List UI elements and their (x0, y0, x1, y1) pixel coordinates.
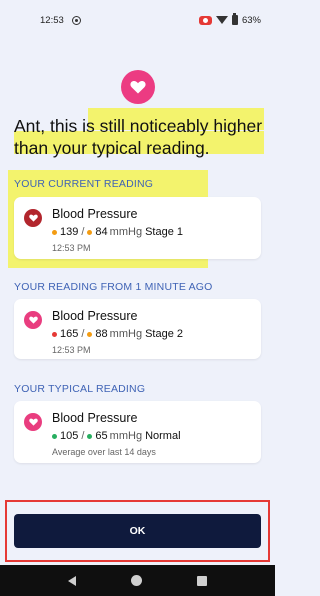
screen-record-icon (198, 15, 212, 25)
status-label: Stage 2 (145, 328, 183, 340)
headline-part-3: than your typical reading. (14, 138, 210, 158)
reading-card-typical[interactable]: Blood Pressure 105 / 65 mmHg Normal Aver… (14, 401, 261, 463)
card-subtitle: 12:53 PM (52, 345, 91, 355)
battery-icon (231, 13, 238, 25)
status-bar: 12:53 63% (0, 0, 275, 40)
heart-icon (24, 209, 42, 227)
unit-label: mmHg (109, 328, 143, 340)
status-dot-icon (52, 229, 57, 235)
status-dot-icon (87, 433, 93, 439)
status-label: Stage 1 (145, 226, 183, 238)
diastolic-value: 65 (95, 430, 108, 442)
unit-label: mmHg (109, 430, 143, 442)
unit-label: mmHg (109, 226, 143, 238)
card-title: Blood Pressure (52, 411, 138, 425)
systolic-value: 139 (60, 226, 79, 238)
section-title-current: YOUR CURRENT READING (14, 178, 154, 190)
card-subtitle: Average over last 14 days (52, 447, 156, 457)
status-label: Normal (145, 430, 181, 442)
systolic-value: 165 (60, 328, 79, 340)
diastolic-value: 84 (95, 226, 108, 238)
headline-part-1: Ant, this is (14, 116, 100, 136)
heart-icon (121, 70, 155, 104)
section-title-previous: YOUR READING FROM 1 MINUTE AGO (14, 281, 213, 293)
card-subtitle: 12:53 PM (52, 243, 91, 253)
heart-icon (24, 311, 42, 329)
card-reading: 139 / 84 mmHg Stage 1 (52, 226, 183, 238)
notification-icon (71, 15, 81, 25)
wifi-icon (215, 16, 228, 24)
status-dot-icon (87, 331, 93, 337)
reading-card-previous[interactable]: Blood Pressure 165 / 88 mmHg Stage 2 12:… (14, 299, 261, 359)
home-icon[interactable] (130, 575, 142, 586)
ok-button[interactable]: OK (14, 514, 261, 548)
heart-glyph-icon (130, 80, 146, 94)
systolic-value: 105 (60, 430, 79, 442)
status-dot-icon (52, 331, 57, 337)
card-title: Blood Pressure (52, 207, 138, 221)
reading-card-current[interactable]: Blood Pressure 139 / 84 mmHg Stage 1 12:… (14, 197, 261, 259)
navigation-bar (0, 565, 275, 596)
card-reading: 165 / 88 mmHg Stage 2 (52, 328, 183, 340)
back-icon[interactable] (67, 575, 76, 586)
heart-icon (24, 413, 42, 431)
status-indicators: 63% (198, 13, 261, 26)
status-dot-icon (52, 433, 57, 439)
card-reading: 105 / 65 mmHg Normal (52, 430, 181, 442)
headline-part-2: still noticeably higher (99, 116, 263, 136)
status-time: 12:53 (40, 14, 64, 26)
recent-apps-icon[interactable] (197, 575, 208, 586)
section-title-typical: YOUR TYPICAL READING (14, 383, 146, 395)
card-title: Blood Pressure (52, 309, 138, 323)
battery-percent: 63% (241, 14, 261, 26)
status-dot-icon (87, 229, 93, 235)
diastolic-value: 88 (95, 328, 108, 340)
headline: Ant, this is still noticeably higher tha… (14, 115, 264, 159)
